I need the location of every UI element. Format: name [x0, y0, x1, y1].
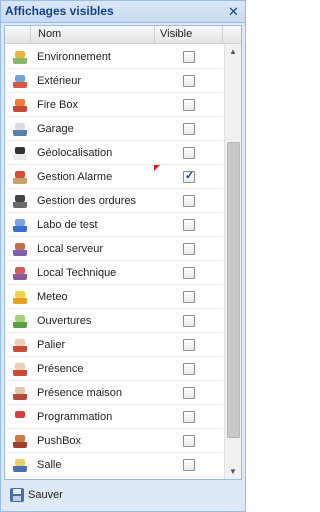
alarm-icon — [13, 170, 27, 184]
modified-cell-marker — [154, 165, 160, 171]
visible-checkbox[interactable] — [183, 75, 195, 87]
visible-checkbox[interactable] — [183, 243, 195, 255]
room-icon — [13, 458, 27, 472]
floppy-disk-icon — [10, 488, 24, 502]
displays-grid: Nom Visible Environnement Extérieur Fire B… — [4, 25, 242, 480]
table-row[interactable]: Local Technique — [5, 261, 223, 285]
pushbox-icon — [13, 434, 27, 448]
table-row[interactable]: Gestion des ordures — [5, 189, 223, 213]
table-row[interactable]: Présence maison — [5, 381, 223, 405]
row-name: Présence — [37, 363, 84, 375]
checkmark-icon: ✓ — [185, 170, 195, 182]
window-titlebar: Affichages visibles ✕ — [1, 1, 245, 23]
row-name: Local serveur — [37, 243, 104, 255]
save-button[interactable]: Sauver — [8, 485, 63, 505]
visible-checkbox[interactable] — [183, 363, 195, 375]
row-name: Programmation — [37, 411, 113, 423]
firebox-icon — [13, 98, 27, 112]
row-name: Ouvertures — [37, 315, 92, 327]
table-row[interactable]: Présence — [5, 357, 223, 381]
row-name: Gestion Alarme — [37, 171, 113, 183]
scroll-up-icon[interactable]: ▲ — [225, 44, 241, 60]
exterior-icon — [13, 74, 27, 88]
grid-header: Nom Visible — [5, 26, 241, 44]
row-name: PushBox — [37, 435, 82, 447]
row-name: Palier — [37, 339, 66, 351]
visible-checkbox[interactable] — [183, 219, 195, 231]
row-name: Garage — [37, 123, 74, 135]
geolocation-icon — [13, 146, 27, 160]
table-row[interactable]: Environnement — [5, 45, 223, 69]
visible-checkbox[interactable] — [183, 387, 195, 399]
table-row[interactable]: PushBox — [5, 429, 223, 453]
visible-checkbox[interactable] — [183, 267, 195, 279]
icon-column-header — [5, 26, 31, 44]
weather-icon — [13, 290, 27, 304]
lab-icon — [13, 218, 27, 232]
presence-icon — [13, 362, 27, 376]
table-row[interactable]: Labo de test — [5, 213, 223, 237]
table-row[interactable]: Garage — [5, 117, 223, 141]
window-title: Affichages visibles — [5, 4, 114, 18]
visible-column-header[interactable]: Visible — [155, 26, 223, 44]
server-icon — [13, 242, 27, 256]
table-row[interactable]: Local serveur — [5, 237, 223, 261]
visible-checkbox[interactable] — [183, 195, 195, 207]
row-name: Extérieur — [37, 75, 82, 87]
visible-checkbox[interactable]: ✓ — [183, 170, 195, 183]
trash-icon — [13, 194, 27, 208]
environment-icon — [13, 50, 27, 64]
row-name: Labo de test — [37, 219, 98, 231]
visible-checkbox[interactable] — [183, 147, 195, 159]
table-row[interactable]: Programmation — [5, 405, 223, 429]
table-row[interactable]: Salle — [5, 453, 223, 477]
table-row[interactable]: Gestion Alarme ✓ — [5, 165, 223, 189]
row-name: Meteo — [37, 291, 68, 303]
vertical-scrollbar[interactable]: ▲ ▼ — [224, 44, 241, 479]
visible-checkbox[interactable] — [183, 123, 195, 135]
window-footer: Sauver — [4, 482, 242, 508]
grid-rows: Environnement Extérieur Fire Box Garage Géol… — [5, 45, 223, 477]
garage-icon — [13, 122, 27, 136]
row-name: Gestion des ordures — [37, 195, 137, 207]
row-name: Local Technique — [37, 267, 117, 279]
scroll-thumb[interactable] — [227, 142, 240, 438]
close-icon[interactable]: ✕ — [226, 4, 241, 19]
visible-checkbox[interactable] — [183, 411, 195, 423]
row-name: Environnement — [37, 51, 111, 63]
row-name: Géolocalisation — [37, 147, 113, 159]
row-name: Présence maison — [37, 387, 122, 399]
row-name: Fire Box — [37, 99, 78, 111]
openings-icon — [13, 314, 27, 328]
visible-checkbox[interactable] — [183, 459, 195, 471]
table-row[interactable]: Géolocalisation — [5, 141, 223, 165]
visible-checkbox[interactable] — [183, 315, 195, 327]
table-row[interactable]: Extérieur — [5, 69, 223, 93]
table-row[interactable]: Palier — [5, 333, 223, 357]
calendar-icon — [13, 410, 27, 424]
table-row[interactable]: Fire Box — [5, 93, 223, 117]
landing-icon — [13, 338, 27, 352]
visible-checkbox[interactable] — [183, 99, 195, 111]
table-row[interactable]: Ouvertures — [5, 309, 223, 333]
visible-checkbox[interactable] — [183, 435, 195, 447]
name-column-header[interactable]: Nom — [31, 26, 155, 44]
row-name: Salle — [37, 459, 62, 471]
table-row[interactable]: Meteo — [5, 285, 223, 309]
visible-displays-window: Affichages visibles ✕ Nom Visible Enviro… — [0, 0, 246, 512]
save-button-label: Sauver — [28, 489, 63, 501]
visible-checkbox[interactable] — [183, 51, 195, 63]
visible-checkbox[interactable] — [183, 291, 195, 303]
technical-room-icon — [13, 266, 27, 280]
home-presence-icon — [13, 386, 27, 400]
scroll-down-icon[interactable]: ▼ — [225, 464, 241, 479]
visible-checkbox[interactable] — [183, 339, 195, 351]
